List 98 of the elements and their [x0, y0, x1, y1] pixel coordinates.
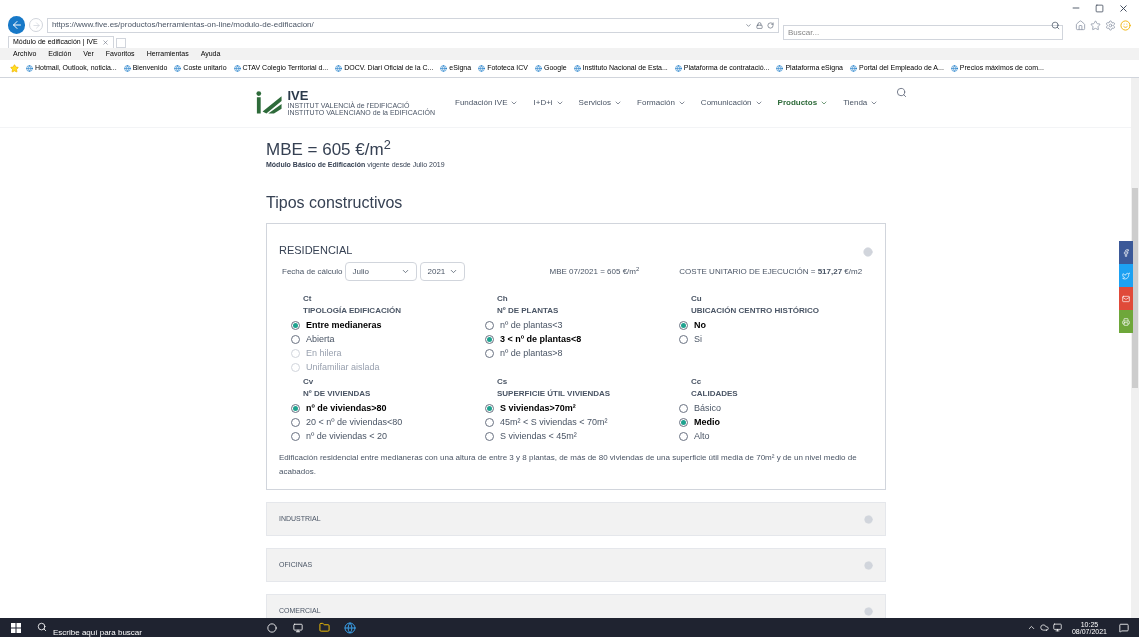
option-label: nº de plantas<3 [500, 318, 563, 332]
option-label: 3 < nº de plantas<8 [500, 332, 582, 346]
nav-label: I+D+i [533, 96, 553, 109]
share-button[interactable] [1119, 287, 1133, 310]
back-button[interactable] [8, 16, 26, 34]
bird-icon [1122, 271, 1130, 280]
globe-icon [950, 65, 958, 72]
home-icon[interactable] [1075, 19, 1086, 31]
globe-icon [674, 65, 682, 72]
refresh-icon[interactable] [767, 21, 774, 29]
nav-label: Formación [637, 96, 675, 109]
globe-icon [573, 65, 581, 72]
forward-arrow-icon [31, 20, 41, 30]
globe-icon [850, 65, 857, 72]
mbe-title: MBE = 605 €/m$^{2}$ [266, 139, 392, 161]
globe-icon [535, 65, 542, 72]
year-select[interactable]: 2021 [420, 262, 466, 282]
group-code: Cu [691, 293, 703, 306]
folder-icon[interactable] [319, 622, 330, 633]
group-title: SUPERFICIE ÚTIL VIVIENDAS [497, 388, 612, 401]
toggle-icon[interactable] [864, 514, 873, 524]
windows-icon[interactable] [11, 622, 21, 633]
group-title: TIPOLOGÍA EDIFICACIÓN [303, 305, 402, 318]
nav-label: Comunicación [700, 96, 752, 109]
task-view-icon[interactable] [293, 622, 303, 633]
logo-text: IVE [287, 89, 310, 102]
option-label: Entre medianeras [306, 318, 382, 332]
mail-icon [1122, 294, 1130, 303]
search-icon [37, 622, 47, 632]
section-heading: Tipos constructivos [266, 192, 404, 213]
taskbar-search[interactable]: Escribe aquí para buscar [33, 623, 231, 637]
description: Edificación residencial entre medianeras con una altura de entre 3 y 8 plantas, de más de 80 viviendas de una superficie útil media de 70m² y de un nivel medio de acabados. [279, 452, 858, 479]
nav-label: Tienda [843, 96, 868, 109]
nav-label: Fundación IVE [455, 96, 508, 109]
share-button[interactable] [1119, 241, 1133, 264]
option-label: S viviendas < 45m² [500, 429, 577, 443]
network-icon[interactable] [1052, 623, 1062, 632]
option-label: nº de viviendas < 20 [306, 429, 388, 443]
option-label: En hilera [306, 346, 342, 360]
group-title: CALIDADES [691, 388, 739, 401]
globe-icon [335, 65, 343, 72]
restore-icon[interactable] [1095, 3, 1104, 13]
date-label: Fecha de cálculo [282, 265, 343, 278]
option-label: nº de viviendas>80 [306, 401, 387, 415]
group-code: Ch [497, 293, 509, 306]
option-label: Unifamiliar aislada [306, 360, 380, 374]
group-title: Nº DE VIVIENDAS [303, 388, 372, 401]
month-select[interactable]: Julio [345, 262, 418, 282]
printer-icon [1122, 317, 1130, 326]
option-label: Si [694, 332, 702, 346]
globe-icon [123, 65, 131, 72]
group-code: Cc [691, 376, 703, 389]
cortana-icon[interactable] [267, 622, 277, 633]
search-icon[interactable] [1051, 20, 1060, 30]
option-label: Básico [694, 401, 721, 415]
globe-icon [440, 65, 448, 72]
option-label: 20 < nº de viviendas<80 [306, 415, 403, 429]
settings-icon[interactable] [1105, 19, 1116, 31]
back-arrow-icon [10, 19, 23, 31]
card-title: RESIDENCIAL [279, 242, 353, 258]
smiley-icon[interactable] [1120, 19, 1131, 31]
option-label: 45m² < S viviendas < 70m² [500, 415, 608, 429]
globe-icon [233, 65, 241, 72]
search-icon[interactable] [896, 87, 908, 98]
address-bar[interactable]: https://www.five.es/productos/herramientas-on-line/modulo-de-edificacion/ [46, 17, 779, 33]
nav-label: Productos [777, 96, 818, 109]
nav-label: Servicios [578, 96, 612, 109]
option-label: nº de plantas>8 [500, 346, 563, 360]
option-label: Medio [694, 415, 720, 429]
close-icon[interactable] [1118, 2, 1129, 14]
logo-icon [255, 89, 284, 116]
star-icon[interactable] [1090, 19, 1101, 31]
globe-icon [174, 65, 182, 72]
notifications-icon[interactable] [1119, 622, 1129, 633]
option-label: Abierta [306, 332, 335, 346]
globe-icon [26, 65, 33, 72]
globe-icon [776, 65, 784, 72]
toggle-icon[interactable] [864, 560, 873, 570]
share-button[interactable] [1119, 264, 1133, 287]
group-title: UBICACIÓN CENTRO HISTÓRICO [691, 305, 820, 318]
search-field[interactable]: Buscar... [783, 24, 1063, 40]
group-code: Ct [303, 293, 313, 306]
group-title: Nº DE PLANTAS [497, 305, 560, 318]
group-code: Cv [303, 376, 315, 389]
cloud-icon[interactable] [1039, 623, 1049, 632]
option-label: Alto [694, 429, 710, 443]
unit-cost: COSTE UNITARIO DE EJECUCIÓN = 517,27 €/m2 [679, 265, 863, 278]
favorites-icon[interactable] [10, 64, 19, 73]
mbe-value: MBE 07/2021 = 605 €/m$^{2}$ [549, 265, 640, 278]
group-code: Cs [497, 376, 509, 389]
lock-icon [756, 21, 763, 29]
dropdown-icon[interactable] [745, 21, 752, 29]
option-label: S viviendas>70m² [500, 401, 576, 415]
browser-icon[interactable] [344, 621, 356, 634]
share-button[interactable] [1119, 310, 1133, 333]
globe-icon [478, 65, 486, 72]
option-label: No [694, 318, 706, 332]
toggle-icon[interactable] [864, 606, 873, 616]
